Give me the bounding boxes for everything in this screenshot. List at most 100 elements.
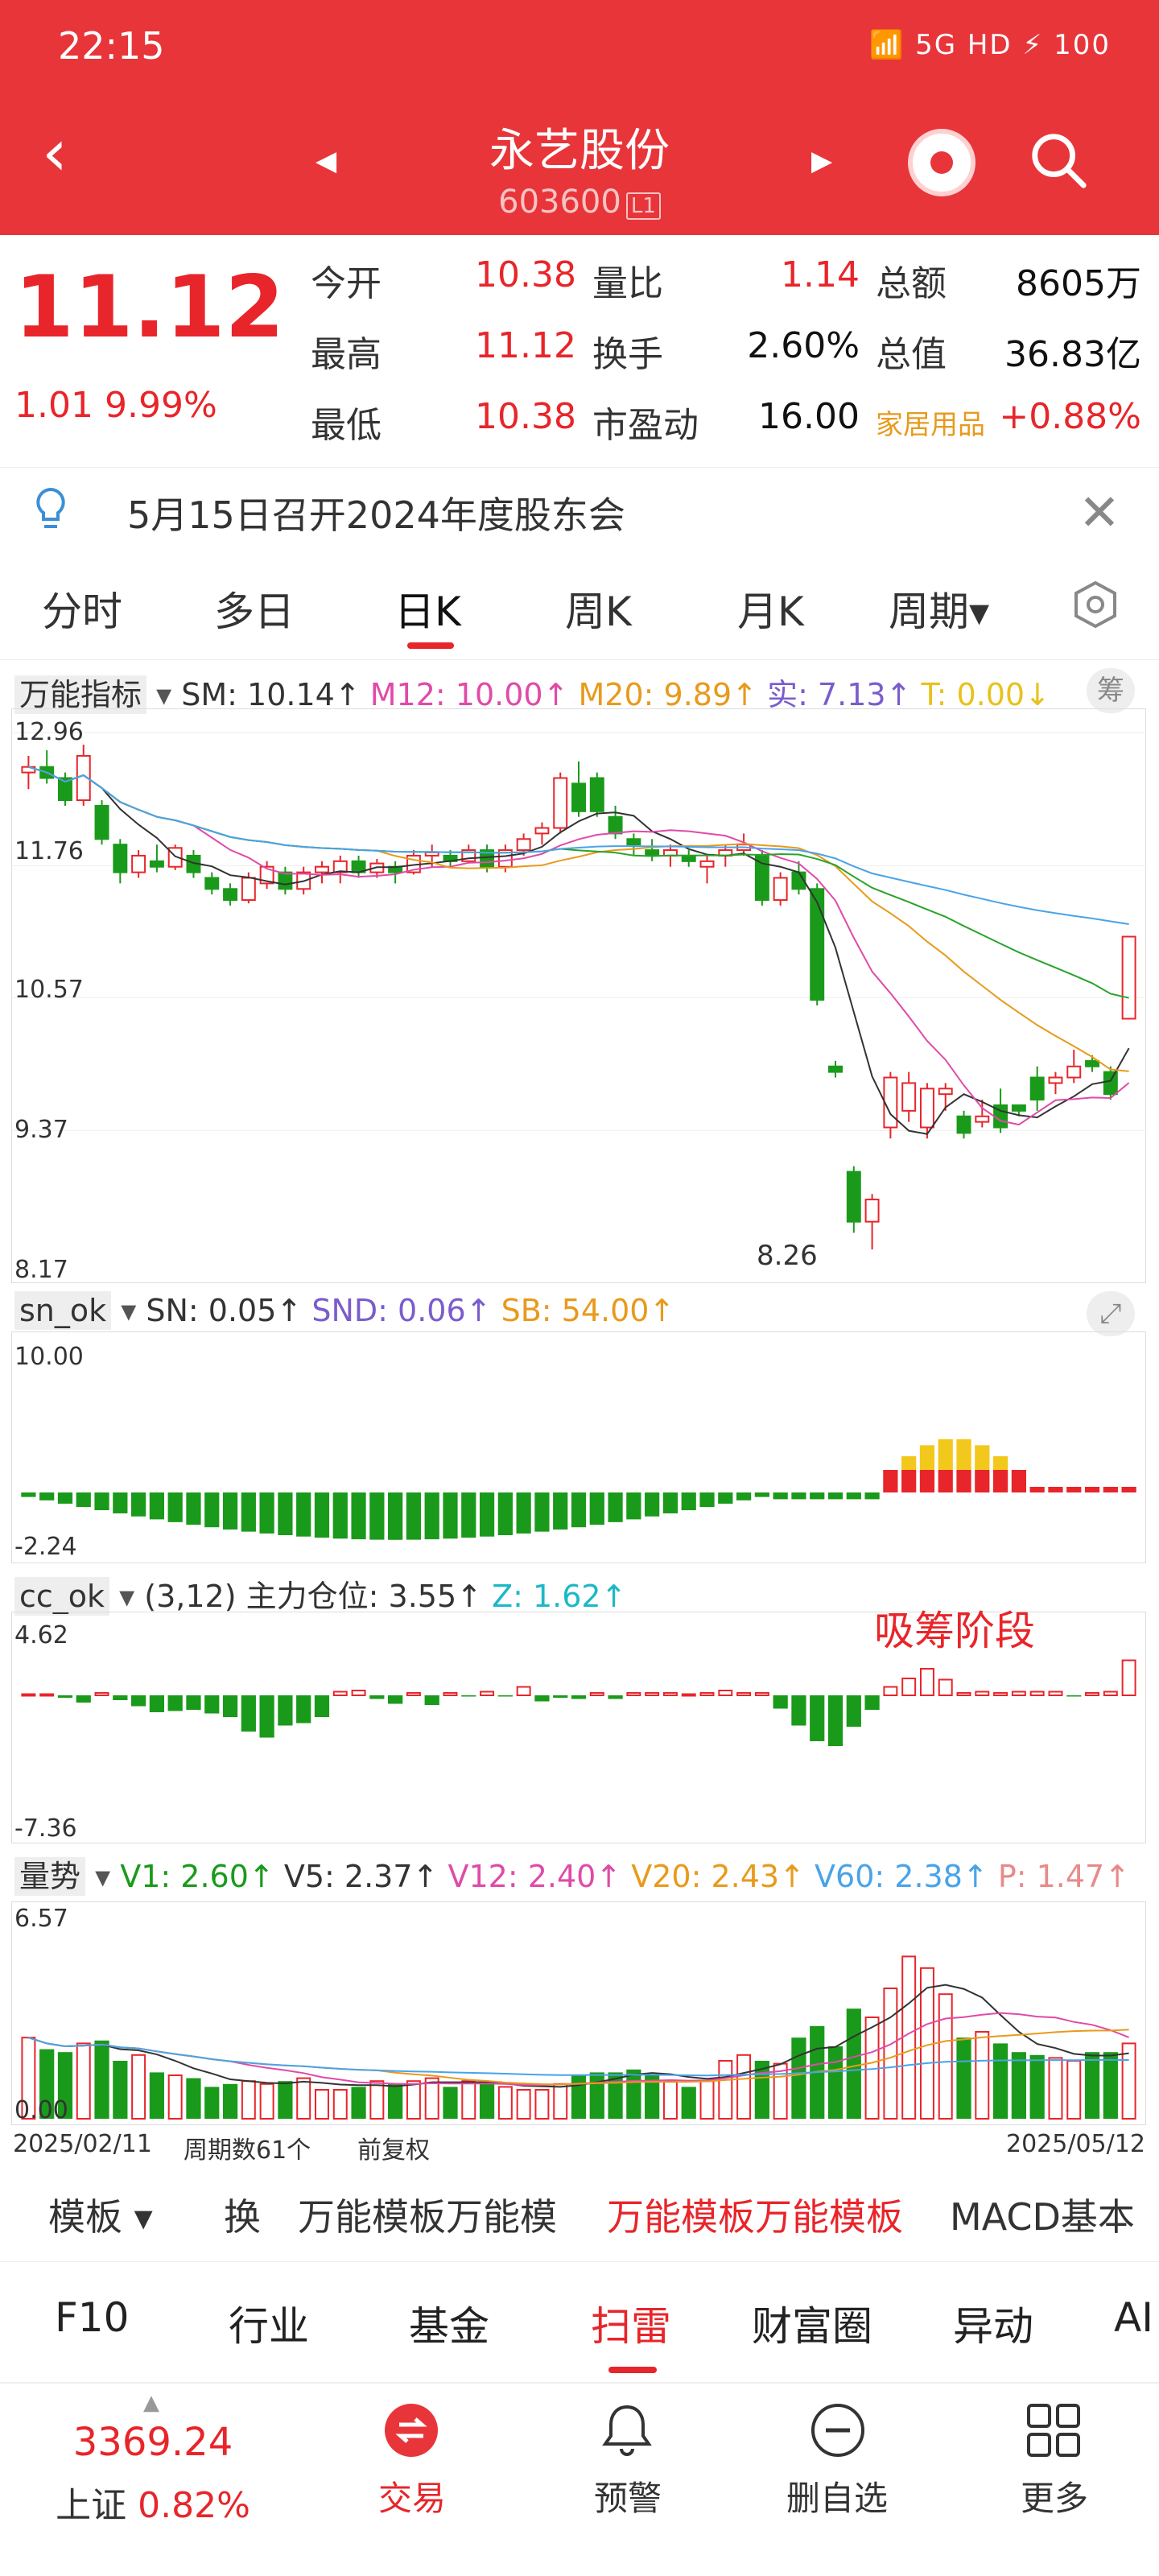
volume-bar: [1084, 2052, 1100, 2119]
alert-label[interactable]: 预警: [547, 2471, 708, 2520]
sn-chart: [21, 1439, 1136, 1540]
nav-industry[interactable]: 行业: [229, 2294, 309, 2352]
nav-ai[interactable]: AI: [1114, 2294, 1153, 2341]
volume-indicator-selector[interactable]: 量势: [14, 1857, 86, 1896]
volume-bar: [589, 2072, 604, 2119]
candle-body: [773, 877, 788, 902]
sn-bar: [314, 1492, 330, 1538]
more-grid-icon[interactable]: [1025, 2402, 1082, 2458]
sn-bar: [39, 1492, 55, 1501]
sn-bar: [278, 1492, 293, 1536]
cc-bar: [864, 1695, 880, 1710]
candle-body: [1048, 1076, 1063, 1084]
cc-bar: [975, 1690, 990, 1696]
cc-bar: [810, 1695, 825, 1741]
cc-bar: [57, 1695, 73, 1698]
tab-multi-day[interactable]: 多日: [214, 580, 295, 638]
template-item-partial[interactable]: 换: [224, 2188, 261, 2241]
notice-text[interactable]: 5月15日召开2024年度股东会: [127, 486, 625, 539]
template-item-1[interactable]: 万能模板万能模: [298, 2188, 557, 2241]
tab-intraday[interactable]: 分时: [42, 580, 122, 638]
volume-bar: [791, 2037, 806, 2119]
cc-bar: [21, 1693, 36, 1697]
bell-icon[interactable]: [597, 2401, 657, 2460]
volume-bar: [241, 2080, 256, 2120]
stock-code: 603600 L1: [0, 184, 1159, 221]
sn-bar: [1084, 1487, 1100, 1492]
settings-hexagon-icon[interactable]: [1070, 580, 1120, 630]
cc-bar: [443, 1692, 458, 1696]
candle-body: [241, 877, 256, 902]
mascot-icon[interactable]: [908, 129, 975, 196]
volume-bar: [846, 2008, 861, 2119]
cc-bar: [681, 1693, 696, 1697]
cc-bar: [608, 1695, 623, 1699]
volume-bar: [479, 2083, 495, 2119]
candle-body: [315, 865, 329, 873]
sn-bar: [699, 1492, 715, 1508]
volume-bar: [1029, 2054, 1045, 2119]
sn-bar: [718, 1492, 733, 1504]
volume-bar: [351, 2087, 366, 2119]
start-date: 2025/02/11: [13, 2130, 152, 2158]
delete-watchlist-label[interactable]: 删自选: [757, 2471, 918, 2520]
lightbulb-icon: [36, 487, 65, 528]
nav-fund[interactable]: 基金: [409, 2294, 489, 2352]
cc-bar: [1085, 1692, 1100, 1696]
cc-bar: [718, 1690, 733, 1696]
template-dropdown[interactable]: 模板 ▾: [48, 2188, 153, 2241]
cc-bar: [754, 1692, 769, 1696]
v1-value: V1: 2.60↑: [120, 1859, 274, 1894]
remove-watchlist-icon[interactable]: [810, 2402, 866, 2458]
sn-bar: [259, 1492, 274, 1534]
sn-bar: [21, 1492, 36, 1497]
trade-icon[interactable]: [383, 2402, 439, 2458]
tab-weekly-k[interactable]: 周K: [565, 580, 632, 638]
volume-bar: [626, 2069, 641, 2119]
tab-monthly-k[interactable]: 月K: [737, 580, 804, 638]
candle-body: [113, 844, 128, 873]
cc-bar: [332, 1690, 348, 1696]
expand-icon[interactable]: ⤢: [1087, 1291, 1135, 1336]
search-icon[interactable]: [1027, 129, 1090, 192]
candle-body: [534, 827, 550, 835]
sn-bar: [901, 1470, 917, 1492]
tab-daily-k[interactable]: 日K: [394, 580, 461, 638]
nav-f10[interactable]: F10: [55, 2294, 129, 2341]
quote-value: 2.60%: [747, 325, 860, 366]
template-item-3[interactable]: MACD基本: [950, 2188, 1135, 2241]
volume-bar: [681, 2087, 696, 2119]
sn-bar: [608, 1492, 623, 1522]
cc-bar: [241, 1695, 256, 1732]
cc-bar: [461, 1695, 476, 1697]
y-label-4: 9.37: [14, 1116, 68, 1144]
sn-indicator-selector[interactable]: sn_ok: [14, 1291, 112, 1330]
quote-value: 10.38: [475, 396, 576, 437]
cc-bar: [846, 1695, 861, 1727]
close-icon[interactable]: ✕: [1079, 483, 1120, 542]
index-value[interactable]: 3369.24: [32, 2420, 274, 2465]
quote-label: 总额: [876, 263, 947, 304]
sn-bar: [369, 1492, 385, 1540]
chip-distribution-button[interactable]: 筹: [1087, 668, 1135, 713]
more-label[interactable]: 更多: [974, 2471, 1135, 2520]
template-item-2[interactable]: 万能模板万能模板: [607, 2188, 903, 2241]
sn-bar: [1029, 1487, 1045, 1492]
candle-body: [956, 1115, 971, 1134]
tab-period-dropdown[interactable]: 周期▾: [889, 580, 989, 638]
nav-risk-scan[interactable]: 扫雷: [591, 2294, 671, 2352]
cc-bar: [534, 1695, 550, 1702]
sb-value: SB: 54.00↑: [501, 1293, 675, 1328]
nav-wealth-circle[interactable]: 财富圈: [752, 2294, 872, 2352]
sn-bar: [992, 1470, 1008, 1492]
cc-bar: [480, 1690, 495, 1696]
trade-label[interactable]: 交易: [332, 2471, 493, 2520]
candle-body: [883, 1076, 898, 1129]
cc-indicator-selector[interactable]: cc_ok: [14, 1577, 110, 1616]
candle-body: [1085, 1059, 1100, 1067]
status-bar: 22:15 📶 5G HD ⚡ 100: [0, 0, 1159, 97]
nav-anomaly[interactable]: 异动: [953, 2294, 1033, 2352]
sn-bar: [626, 1492, 641, 1520]
shi-value: 实: 7.13↑: [767, 677, 912, 712]
index-info[interactable]: 上证 0.82%: [32, 2476, 274, 2528]
